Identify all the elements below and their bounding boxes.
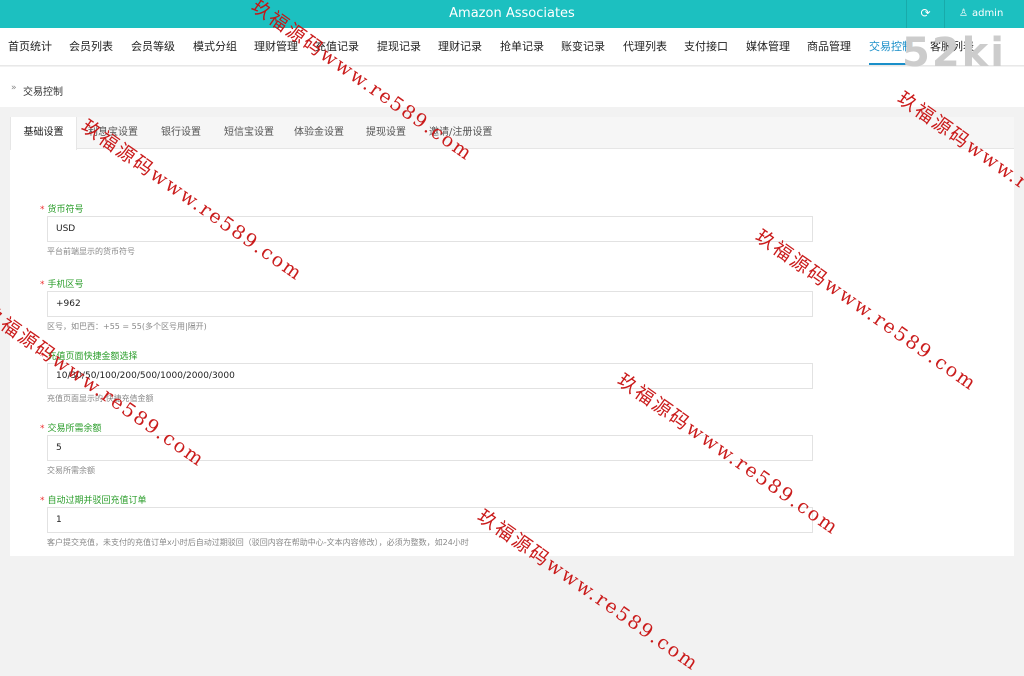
refresh-button[interactable]: ⟳ [906,0,944,28]
quick-amount-help: 充值页面显示的 快捷充值金额 [47,394,154,403]
required-mark: * [40,280,45,290]
nav-item[interactable]: 充值记录 [315,28,359,65]
breadcrumb: » 交易控制 [0,67,1024,107]
tab-invite[interactable]: 邀请/注册设置 [429,117,492,149]
user-menu[interactable]: ♙ admin [944,0,1024,28]
currency-input[interactable]: USD [47,216,813,242]
nav-item[interactable]: 抢单记录 [500,28,544,65]
quick-amount-label: * 充值页面快捷金额选择 [40,352,138,362]
main-nav: 首页统计 会员列表 会员等级 模式分组 理财管理 充值记录 提现记录 理财记录 … [0,28,1024,66]
quick-amount-input[interactable]: 10/30/50/100/200/500/1000/2000/3000 [47,363,813,389]
nav-item[interactable]: 媒体管理 [746,28,790,65]
area-code-label: * 手机区号 [40,280,84,290]
tab-interest[interactable]: 利息宝设置 [88,117,138,149]
breadcrumb-current: 交易控制 [23,87,63,98]
trade-balance-help: 交易所需余额 [47,466,95,475]
nav-item[interactable]: 会员列表 [69,28,113,65]
tab-sms[interactable]: 短信宝设置 [224,117,274,149]
app-title: Amazon Associates [449,6,575,21]
required-mark: * [40,205,45,215]
nav-item[interactable]: 会员等级 [131,28,175,65]
auto-expire-help: 客户提交充值，未支付的充值订单x小时后自动过期驳回（驳回内容在帮助中心-文本内容… [47,538,469,547]
nav-item[interactable]: 支付接口 [684,28,728,65]
nav-item[interactable]: 商品管理 [807,28,851,65]
auto-expire-label: * 自动过期并驳回充值订单 [40,496,147,506]
double-chevron-icon: » [11,83,17,93]
tab-bank[interactable]: 银行设置 [161,117,201,149]
area-code-input[interactable]: +962 [47,291,813,317]
trade-balance-label: * 交易所需余额 [40,424,102,434]
required-mark: * [40,496,45,506]
required-mark: * [40,424,45,434]
tab-basic[interactable]: 基础设置 [10,117,77,150]
refresh-icon: ⟳ [920,6,931,20]
nav-item[interactable]: 模式分组 [193,28,237,65]
username: admin [971,8,1004,19]
auto-expire-input[interactable]: 1 [47,507,813,533]
currency-label: * 货币符号 [40,205,84,215]
trade-balance-input[interactable]: 5 [47,435,813,461]
nav-item[interactable]: 代理列表 [623,28,667,65]
top-bar: Amazon Associates ⟳ ♙ admin [0,0,1024,28]
area-code-help: 区号，如巴西：+55 = 55(多个区号用|隔开) [47,322,207,331]
user-icon: ♙ [959,8,968,19]
nav-item[interactable]: 理财记录 [438,28,482,65]
settings-tabs: 基础设置 利息宝设置 银行设置 短信宝设置 体验金设置 提现设置 邀请/注册设置 [10,117,1014,150]
required-mark: * [40,352,45,362]
tab-trial[interactable]: 体验金设置 [294,117,344,149]
nav-item[interactable]: 提现记录 [377,28,421,65]
tab-withdraw[interactable]: 提现设置 [366,117,406,149]
nav-item[interactable]: 首页统计 [8,28,52,65]
nav-item[interactable]: 理财管理 [254,28,298,65]
settings-card: 基础设置 利息宝设置 银行设置 短信宝设置 体验金设置 提现设置 邀请/注册设置… [10,117,1014,556]
currency-help: 平台前端显示的货币符号 [47,247,135,256]
nav-item[interactable]: 账变记录 [561,28,605,65]
